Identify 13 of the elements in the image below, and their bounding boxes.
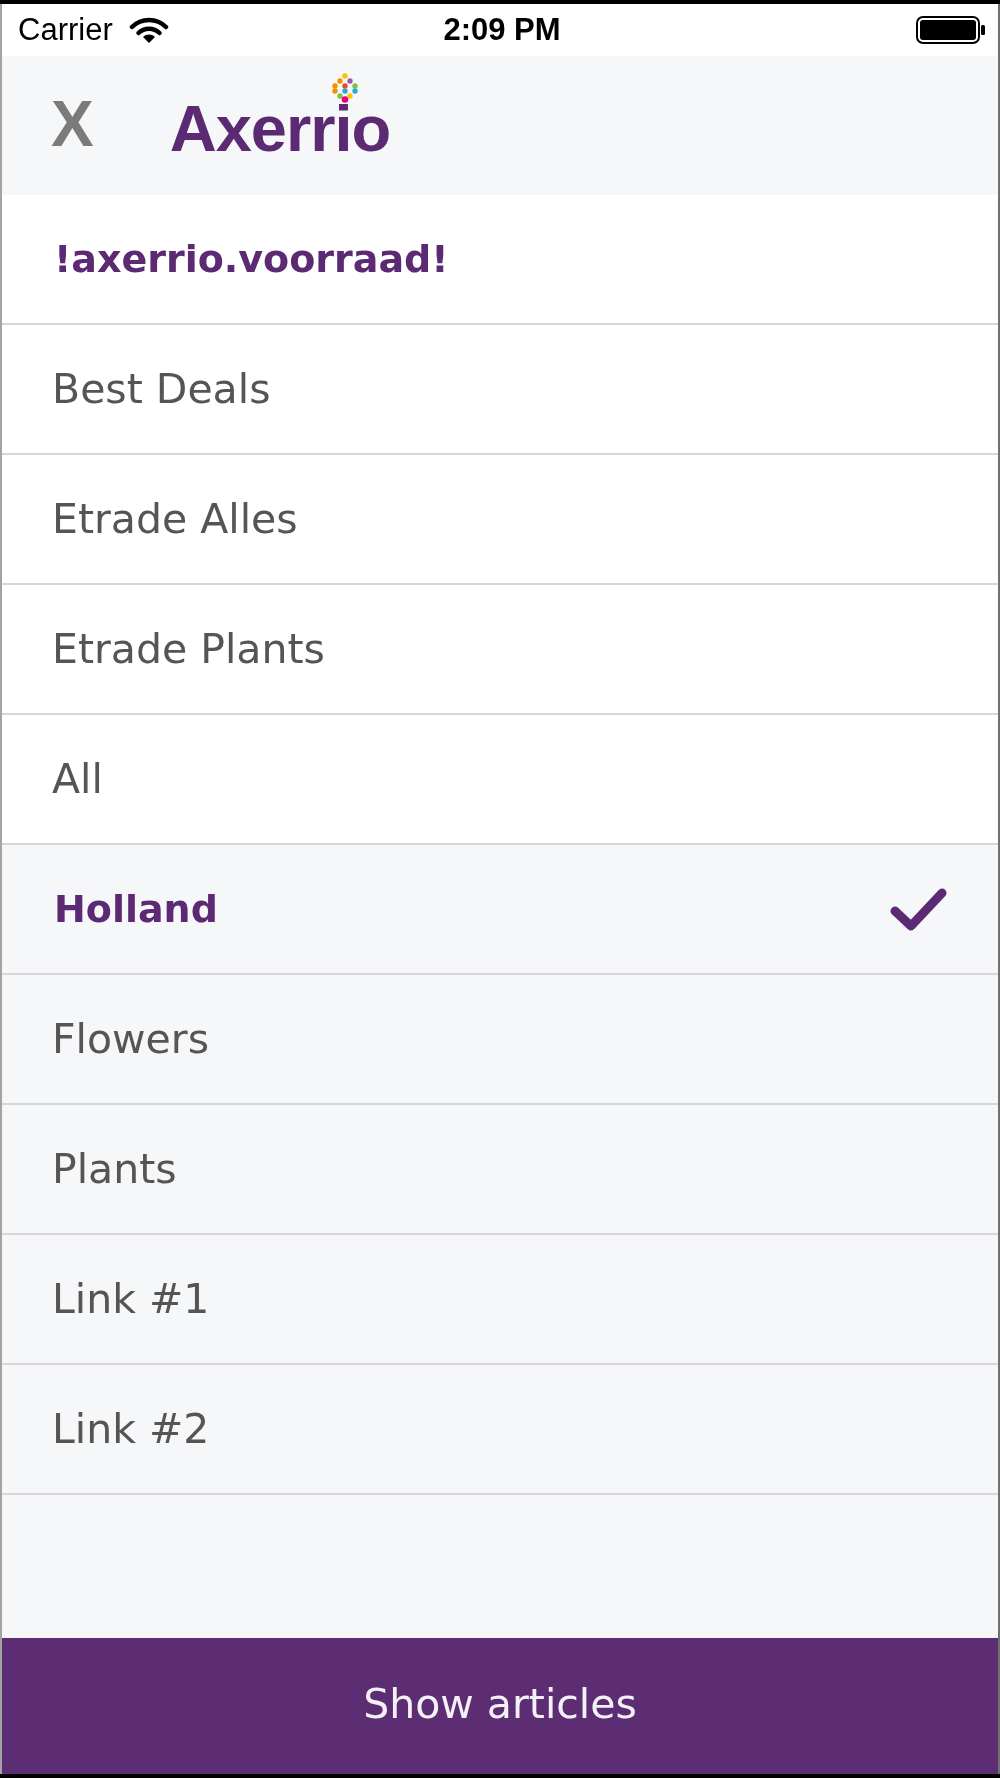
carrier-label: Carrier [18, 12, 113, 48]
logo-text: Axerrio [169, 102, 391, 155]
menu-item[interactable]: All [2, 715, 998, 845]
show-articles-button[interactable]: Show articles [2, 1638, 998, 1774]
battery-icon [916, 16, 986, 44]
menu-item[interactable]: !axerrio.voorraad! [2, 195, 998, 325]
dot-cluster-icon [330, 72, 359, 103]
menu-item[interactable]: Best Deals [2, 325, 998, 455]
close-button[interactable]: X [51, 91, 94, 156]
time-label: 2:09 PM [443, 12, 561, 48]
wifi-icon [128, 16, 169, 44]
menu-item[interactable]: Etrade Plants [2, 585, 998, 715]
menu-item[interactable]: Etrade Alles [2, 455, 998, 585]
